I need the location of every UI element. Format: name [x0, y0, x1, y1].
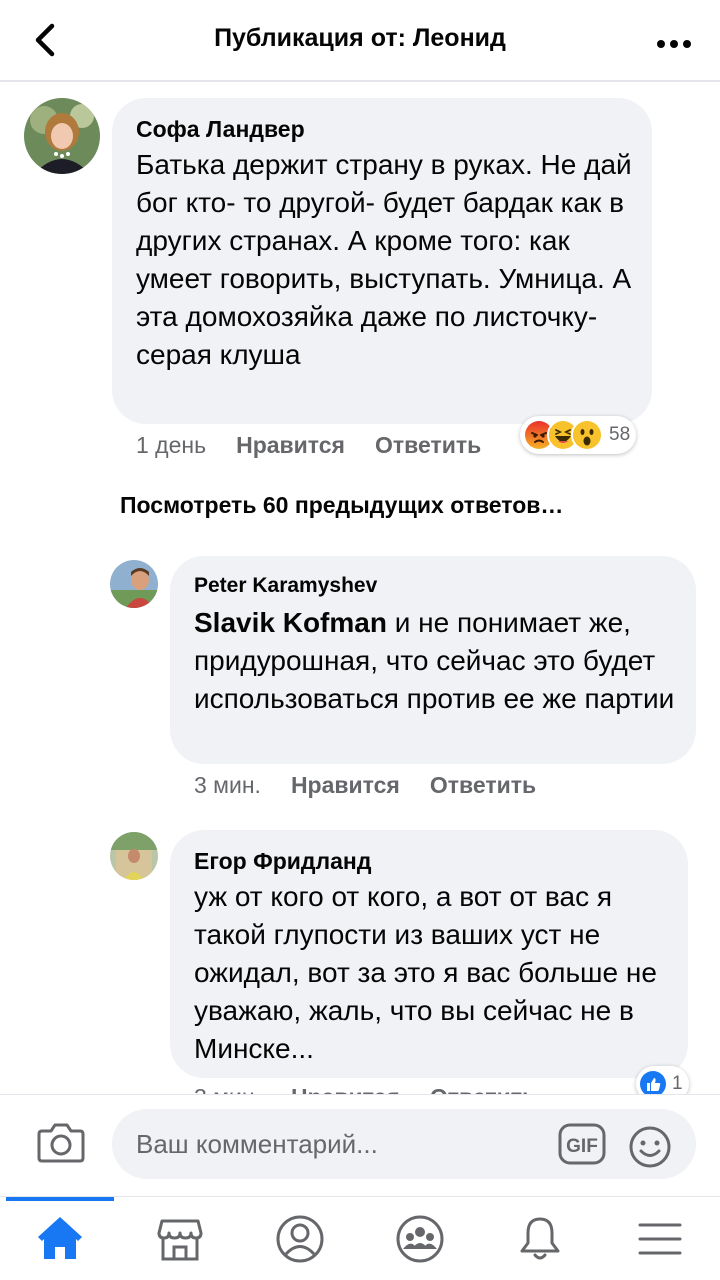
top-bar: Публикация от: Леонид [0, 0, 720, 82]
notifications-icon[interactable] [514, 1213, 566, 1265]
groups-icon[interactable] [394, 1213, 446, 1265]
avatar[interactable] [24, 98, 100, 174]
avatar[interactable] [110, 832, 158, 880]
profile-icon[interactable] [274, 1213, 326, 1265]
reaction-count: 1 [672, 1073, 683, 1094]
comment-text: уж от кого от кого, а вот от вас я такой… [194, 881, 657, 1064]
comment-author[interactable]: Софа Ландвер [136, 116, 305, 143]
comment-author[interactable]: Егор Фридланд [194, 848, 371, 875]
emoji-icon[interactable] [628, 1125, 672, 1169]
home-icon[interactable] [34, 1213, 86, 1265]
menu-icon[interactable] [634, 1213, 686, 1265]
comment-text: Батька держит страну в руках. Не дай бог… [136, 149, 632, 370]
reply-button[interactable]: Ответить [375, 432, 481, 458]
active-tab-indicator [6, 1197, 114, 1201]
comment-meta: 3 мин. Нравится Ответить [194, 772, 536, 799]
like-button[interactable]: Нравится [236, 432, 345, 458]
reaction-count: 58 [609, 424, 631, 445]
marketplace-icon[interactable] [154, 1213, 206, 1265]
comment-input[interactable] [112, 1109, 696, 1179]
page-title: Публикация от: Леонид [214, 24, 506, 52]
comment-composer [0, 1094, 720, 1196]
comment-time: 1 день [136, 432, 207, 458]
like-button[interactable]: Нравится [291, 772, 400, 798]
gif-icon[interactable]: GIF [558, 1123, 606, 1165]
comment-time: 3 мин. [194, 772, 261, 798]
bottom-navigation [0, 1196, 720, 1280]
avatar[interactable] [110, 560, 158, 608]
comment-author[interactable]: Peter Karamyshev [194, 574, 377, 598]
reply-button[interactable]: Ответить [430, 772, 536, 798]
comment-text: Slavik Kofman и не понимает же, придурош… [194, 604, 684, 718]
mention-link[interactable]: Slavik Kofman [194, 607, 387, 638]
svg-text:GIF: GIF [566, 1136, 598, 1157]
comment-meta: 1 день Нравится Ответить [136, 432, 481, 459]
wow-reaction-icon [571, 419, 603, 451]
camera-icon[interactable] [36, 1119, 86, 1165]
more-options-icon[interactable] [656, 36, 692, 48]
reactions-summary[interactable]: 58 [520, 416, 637, 454]
view-previous-replies-link[interactable]: Посмотреть 60 предыдущих ответов… [120, 492, 563, 519]
